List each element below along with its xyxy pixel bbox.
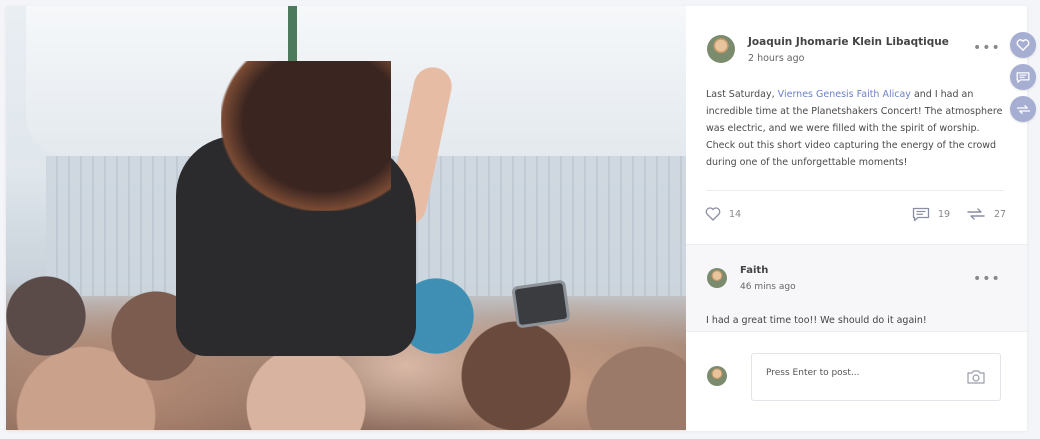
author-name[interactable]: Joaquin Jhomarie Klein Libaqtique xyxy=(748,36,949,48)
share-count: 27 xyxy=(994,208,1007,220)
heart-icon xyxy=(1016,39,1030,51)
post-time: 2 hours ago xyxy=(748,53,805,64)
comment-input[interactable] xyxy=(766,368,946,378)
post-photo[interactable] xyxy=(6,6,686,430)
comment-composer xyxy=(686,331,1027,431)
comment-count: 19 xyxy=(938,209,951,220)
post-side-panel: Joaquin Jhomarie Klein Libaqtique 2 hour… xyxy=(686,6,1027,431)
comment-item: Faith 46 mins ago ••• I had a great time… xyxy=(686,245,1027,331)
commenter-avatar[interactable] xyxy=(707,268,727,288)
post-viewer: Joaquin Jhomarie Klein Libaqtique 2 hour… xyxy=(6,6,1027,431)
post-body: Last Saturday, Viernes Genesis Faith Ali… xyxy=(706,86,1006,171)
camera-icon[interactable] xyxy=(966,369,986,385)
comment-icon xyxy=(912,207,930,222)
like-fab[interactable] xyxy=(1010,32,1036,58)
share-icon xyxy=(1016,104,1030,114)
like-count: 14 xyxy=(729,208,742,220)
comment-text: I had a great time too!! We should do it… xyxy=(706,315,927,326)
commenter-name[interactable]: Faith xyxy=(740,265,768,276)
current-user-avatar xyxy=(707,366,727,386)
share-icon xyxy=(967,208,985,220)
post-more-icon[interactable]: ••• xyxy=(973,41,1001,55)
post-body-text-start: Last Saturday, xyxy=(706,89,778,100)
comment-fab[interactable] xyxy=(1010,64,1036,90)
like-button[interactable]: 14 xyxy=(705,207,741,221)
post-card: Joaquin Jhomarie Klein Libaqtique 2 hour… xyxy=(686,6,1027,245)
heart-icon xyxy=(705,207,721,221)
comment-icon xyxy=(1016,71,1030,83)
share-button[interactable]: 27 xyxy=(966,207,1006,221)
divider xyxy=(706,190,1004,191)
comment-button[interactable]: 19 xyxy=(912,207,950,222)
comment-input-box[interactable] xyxy=(751,353,1001,401)
comment-more-icon[interactable]: ••• xyxy=(973,272,1001,286)
author-avatar[interactable] xyxy=(707,35,735,63)
post-body-text-end: and I had an incredible time at the Plan… xyxy=(706,89,1003,168)
comment-time: 46 mins ago xyxy=(740,282,796,292)
share-fab[interactable] xyxy=(1010,96,1036,122)
mention-link[interactable]: Viernes Genesis Faith Alicay xyxy=(778,89,911,100)
